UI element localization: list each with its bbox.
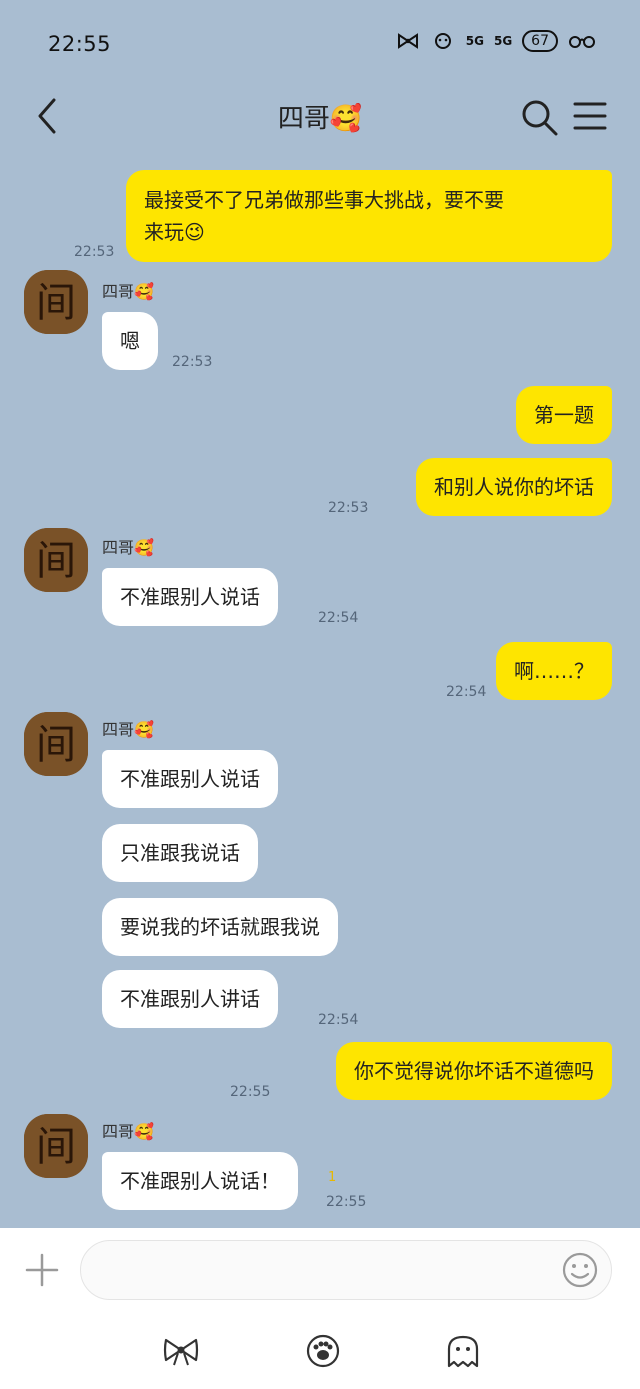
- message-timestamp: 22:53: [328, 500, 369, 516]
- glasses-status-icon: [569, 36, 595, 48]
- nav-button-ghost[interactable]: [444, 1334, 482, 1368]
- my-message-bubble[interactable]: 和别人说你的坏话: [416, 458, 612, 516]
- nav-button-paw[interactable]: [304, 1334, 342, 1368]
- smiley-icon: [562, 1252, 598, 1288]
- menu-button[interactable]: [572, 98, 608, 134]
- sender-name: 四哥🥰: [102, 720, 154, 739]
- attach-button[interactable]: [22, 1250, 62, 1290]
- other-message-bubble[interactable]: 要说我的坏话就跟我说: [102, 898, 338, 956]
- other-message-bubble[interactable]: 嗯: [102, 312, 158, 370]
- search-button[interactable]: [518, 96, 560, 138]
- contact-avatar[interactable]: 间: [24, 528, 88, 592]
- avatar-image: 间: [24, 270, 88, 334]
- paw-icon: [306, 1334, 340, 1368]
- battery-indicator: 67: [522, 30, 558, 52]
- message-timestamp: 22:55: [326, 1194, 367, 1210]
- message-timestamp: 22:55: [230, 1084, 271, 1100]
- other-message-bubble[interactable]: 不准跟别人讲话: [102, 970, 278, 1028]
- svg-text:间: 间: [36, 722, 76, 768]
- svg-text:间: 间: [36, 538, 76, 584]
- other-message-bubble[interactable]: 不准跟别人说话: [102, 568, 278, 626]
- other-message-bubble[interactable]: 不准跟别人说话: [102, 750, 278, 808]
- sender-name: 四哥🥰: [102, 538, 154, 557]
- svg-text:间: 间: [36, 1124, 76, 1170]
- other-message-bubble[interactable]: 不准跟别人说话！: [102, 1152, 298, 1210]
- sender-name: 四哥🥰: [102, 1122, 154, 1141]
- chat-header: 四哥🥰: [0, 86, 640, 150]
- my-message-bubble[interactable]: 第一题: [516, 386, 612, 444]
- unread-count: 1: [328, 1170, 337, 1185]
- clock: 22:55: [48, 32, 112, 56]
- message-timestamp: 22:53: [74, 244, 115, 260]
- search-icon: [522, 100, 558, 136]
- bow-status-icon: [397, 33, 418, 49]
- network-5g-1: 5G: [465, 34, 484, 48]
- message-timestamp: 22:53: [172, 354, 213, 370]
- my-message-bubble[interactable]: 啊……？: [496, 642, 612, 700]
- contact-avatar[interactable]: 间: [24, 1114, 88, 1178]
- network-5g-2: 5G: [493, 34, 513, 48]
- emoji-button[interactable]: [560, 1250, 600, 1290]
- avatar-image: 间: [24, 712, 88, 776]
- ghost-icon: [447, 1335, 479, 1368]
- my-message-bubble[interactable]: 你不觉得说你坏话不道德吗: [336, 1042, 612, 1100]
- other-message-bubble[interactable]: 只准跟我说话: [102, 824, 258, 882]
- pet-status-icon: [434, 33, 451, 49]
- contact-avatar[interactable]: 间: [24, 270, 88, 334]
- message-timestamp: 22:54: [446, 684, 487, 700]
- message-composer: [0, 1228, 640, 1318]
- my-message-bubble[interactable]: 最接受不了兄弟做那些事大挑战，要不要 来玩😉: [126, 170, 612, 262]
- avatar-image: 间: [24, 1114, 88, 1178]
- message-text-line: 来玩😉: [144, 220, 205, 244]
- svg-text:间: 间: [36, 280, 76, 326]
- nav-button-bow[interactable]: [162, 1334, 200, 1368]
- sender-name: 四哥🥰: [102, 282, 154, 301]
- avatar-image: 间: [24, 528, 88, 592]
- contact-avatar[interactable]: 间: [24, 712, 88, 776]
- message-text-line: 最接受不了兄弟做那些事大挑战，要不要: [144, 188, 504, 212]
- message-timestamp: 22:54: [318, 1012, 359, 1028]
- message-timestamp: 22:54: [318, 610, 359, 626]
- message-input[interactable]: [80, 1240, 612, 1300]
- status-bar: 22:55 5G 5G 67: [0, 0, 640, 86]
- system-navigation-bar: [0, 1318, 640, 1389]
- bow-icon: [163, 1338, 199, 1366]
- chat-messages: 最接受不了兄弟做那些事大挑战，要不要 来玩😉 22:53 间 四哥🥰 嗯 22:…: [0, 150, 640, 1228]
- plus-icon: [25, 1253, 59, 1287]
- status-icons: 5G 5G 67: [396, 30, 596, 52]
- hamburger-menu-icon: [573, 102, 607, 130]
